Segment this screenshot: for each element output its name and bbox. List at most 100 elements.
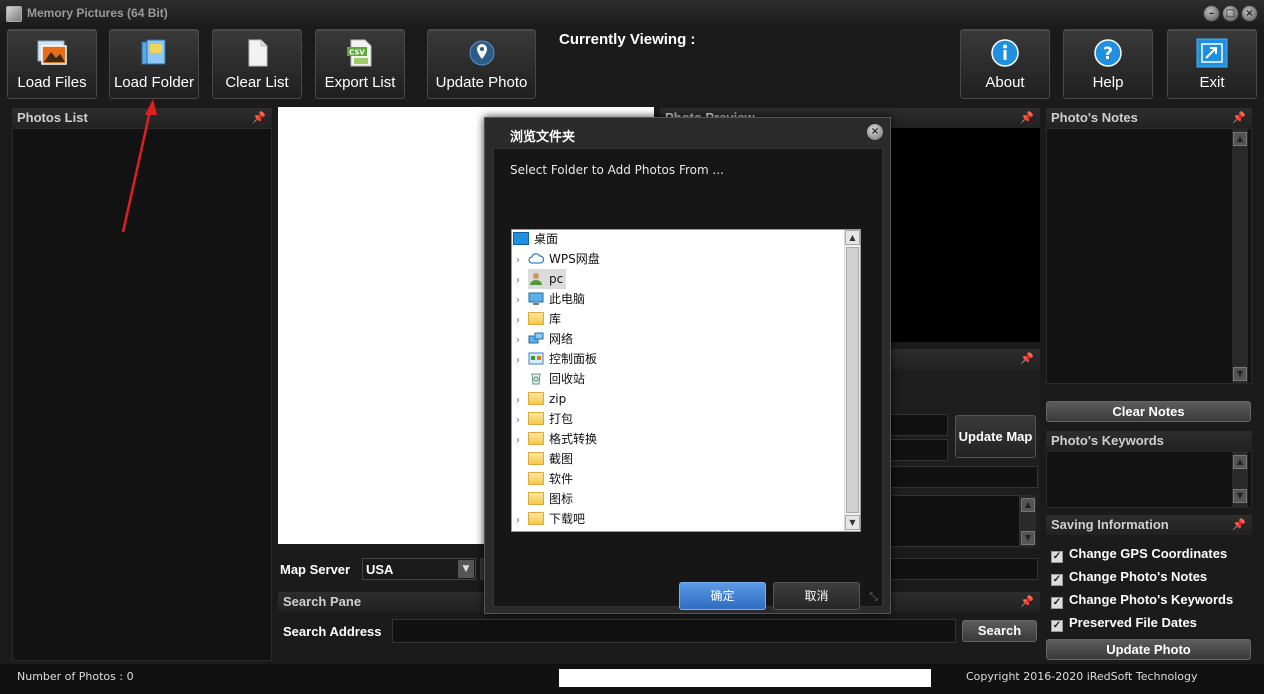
export-list-label: Export List <box>324 74 396 91</box>
address-textbox[interactable] <box>890 495 1020 547</box>
clear-list-label: Clear List <box>225 74 289 91</box>
checkbox-checked-icon[interactable]: ✓ <box>1051 551 1063 563</box>
preserve-dates-option[interactable]: ✓ Preserved File Dates <box>1051 615 1197 635</box>
pin-icon[interactable]: 📌 <box>252 108 266 128</box>
chevron-down-icon[interactable]: ▼ <box>458 560 474 578</box>
about-button[interactable]: About <box>960 29 1050 99</box>
clear-list-button[interactable]: Clear List <box>212 29 302 99</box>
help-button[interactable]: ? Help <box>1063 29 1153 99</box>
scroll-down-icon[interactable]: ▼ <box>1233 367 1247 381</box>
chevron-right-icon[interactable]: › <box>516 251 528 271</box>
tree-node-folder[interactable]: › 格式转换 <box>516 429 597 449</box>
search-button[interactable]: Search <box>962 620 1037 642</box>
tree-node-label: 下载吧 <box>549 512 586 526</box>
longitude-input[interactable] <box>890 439 948 461</box>
tree-node-this-pc[interactable]: › 此电脑 <box>516 289 585 309</box>
folder-tree[interactable]: 桌面 › WPS网盘 › pc › 此电脑 › 库 › 网络 › 控制面板 回收站 <box>511 229 861 532</box>
scroll-down-icon[interactable]: ▼ <box>1233 489 1247 503</box>
close-icon[interactable]: × <box>1241 5 1258 22</box>
latitude-input[interactable] <box>890 414 948 436</box>
window-title: Memory Pictures (64 Bit) <box>27 6 168 20</box>
change-keywords-option[interactable]: ✓ Change Photo's Keywords <box>1051 592 1233 612</box>
map-server-select[interactable]: USA ▼ <box>362 558 476 580</box>
tree-node-folder[interactable]: 软件 <box>528 469 573 489</box>
tree-node-label: 回收站 <box>549 372 586 386</box>
change-notes-option[interactable]: ✓ Change Photo's Notes <box>1051 569 1207 589</box>
folder-icon <box>528 492 544 505</box>
checkbox-checked-icon[interactable]: ✓ <box>1051 597 1063 609</box>
tree-node-desktop[interactable]: 桌面 <box>512 229 558 249</box>
tree-scrollbar[interactable]: ▲ ▼ <box>844 230 860 531</box>
minimize-icon[interactable]: – <box>1203 5 1220 22</box>
tree-node-folder[interactable]: 截图 <box>528 449 573 469</box>
tree-node-control-panel[interactable]: › 控制面板 <box>516 349 597 369</box>
scroll-up-icon[interactable]: ▲ <box>1021 498 1035 512</box>
tree-node-folder[interactable]: › zip <box>516 389 566 409</box>
scroll-up-icon[interactable]: ▲ <box>1233 455 1247 469</box>
pin-icon[interactable]: 📌 <box>1232 108 1246 128</box>
tree-node-network[interactable]: › 网络 <box>516 329 573 349</box>
svg-text:CSV: CSV <box>349 49 365 57</box>
chevron-right-icon[interactable]: › <box>516 391 528 411</box>
notes-scrollbar[interactable]: ▲ ▼ <box>1232 129 1248 383</box>
clear-notes-button[interactable]: Clear Notes <box>1046 401 1251 422</box>
tree-node-label: 截图 <box>549 452 574 466</box>
update-photo-toolbar-button[interactable]: Update Photo <box>427 29 536 99</box>
tree-node-pc[interactable]: › pc <box>516 269 567 291</box>
library-icon <box>528 312 544 325</box>
tree-node-label: 图标 <box>549 492 574 506</box>
update-map-button[interactable]: Update Map <box>955 415 1036 458</box>
exit-label: Exit <box>1199 74 1225 91</box>
maximize-icon[interactable]: □ <box>1222 5 1239 22</box>
chevron-right-icon[interactable]: › <box>516 511 528 531</box>
change-notes-label: Change Photo's Notes <box>1069 569 1208 584</box>
pin-icon[interactable]: 📌 <box>1020 592 1034 612</box>
photo-notes-textbox[interactable] <box>1046 128 1252 384</box>
tree-node-wps[interactable]: › WPS网盘 <box>516 249 600 269</box>
tree-node-label: 网络 <box>549 332 574 346</box>
tree-node-folder[interactable]: › 下载吧 <box>516 509 585 529</box>
tree-node-recycle-bin[interactable]: 回收站 <box>528 369 585 389</box>
photos-icon <box>37 40 67 65</box>
chevron-right-icon[interactable]: › <box>516 431 528 451</box>
scroll-down-icon[interactable]: ▼ <box>845 515 860 530</box>
search-address-input[interactable] <box>392 619 956 643</box>
altitude-input[interactable] <box>890 466 1038 488</box>
close-icon[interactable]: × <box>867 124 883 140</box>
tree-node-folder[interactable]: 图标 <box>528 489 573 509</box>
resize-grip-icon[interactable]: ⤡ <box>869 590 878 604</box>
address-scrollbar[interactable]: ▲ ▼ <box>1020 495 1036 547</box>
ok-button[interactable]: 确定 <box>679 582 766 610</box>
change-keywords-label: Change Photo's Keywords <box>1069 592 1234 607</box>
checkbox-checked-icon[interactable]: ✓ <box>1051 574 1063 586</box>
load-folder-button[interactable]: Load Folder <box>109 29 199 99</box>
folder-icon <box>528 432 544 445</box>
scroll-thumb[interactable] <box>846 247 859 513</box>
load-files-button[interactable]: Load Files <box>7 29 97 99</box>
change-gps-option[interactable]: ✓ Change GPS Coordinates <box>1051 546 1227 566</box>
chevron-right-icon[interactable]: › <box>516 351 528 371</box>
chevron-right-icon[interactable]: › <box>516 271 528 291</box>
update-photo-button[interactable]: Update Photo <box>1046 639 1251 660</box>
checkbox-checked-icon[interactable]: ✓ <box>1051 620 1063 632</box>
scroll-down-icon[interactable]: ▼ <box>1021 531 1035 545</box>
tree-node-folder[interactable]: › 打包 <box>516 409 573 429</box>
keywords-scrollbar[interactable]: ▲ ▼ <box>1232 452 1248 507</box>
preserve-dates-label: Preserved File Dates <box>1069 615 1197 630</box>
pin-icon[interactable]: 📌 <box>1232 515 1246 535</box>
cancel-button[interactable]: 取消 <box>773 582 860 610</box>
chevron-right-icon[interactable]: › <box>516 291 528 311</box>
export-list-button[interactable]: CSV Export List <box>315 29 405 99</box>
scroll-up-icon[interactable]: ▲ <box>845 230 860 245</box>
chevron-right-icon[interactable]: › <box>516 311 528 331</box>
chevron-right-icon[interactable]: › <box>516 411 528 431</box>
tree-node-library[interactable]: › 库 <box>516 309 561 329</box>
scroll-up-icon[interactable]: ▲ <box>1233 132 1247 146</box>
photo-keywords-textbox[interactable] <box>1046 451 1252 508</box>
exit-button[interactable]: Exit <box>1167 29 1257 99</box>
pin-icon[interactable]: 📌 <box>1020 108 1034 128</box>
pin-icon[interactable]: 📌 <box>1020 349 1034 369</box>
tree-node-label: 桌面 <box>534 232 559 246</box>
chevron-right-icon[interactable]: › <box>516 331 528 351</box>
copyright-text: Copyright 2016-2020 iRedSoft Technology <box>966 670 1198 683</box>
